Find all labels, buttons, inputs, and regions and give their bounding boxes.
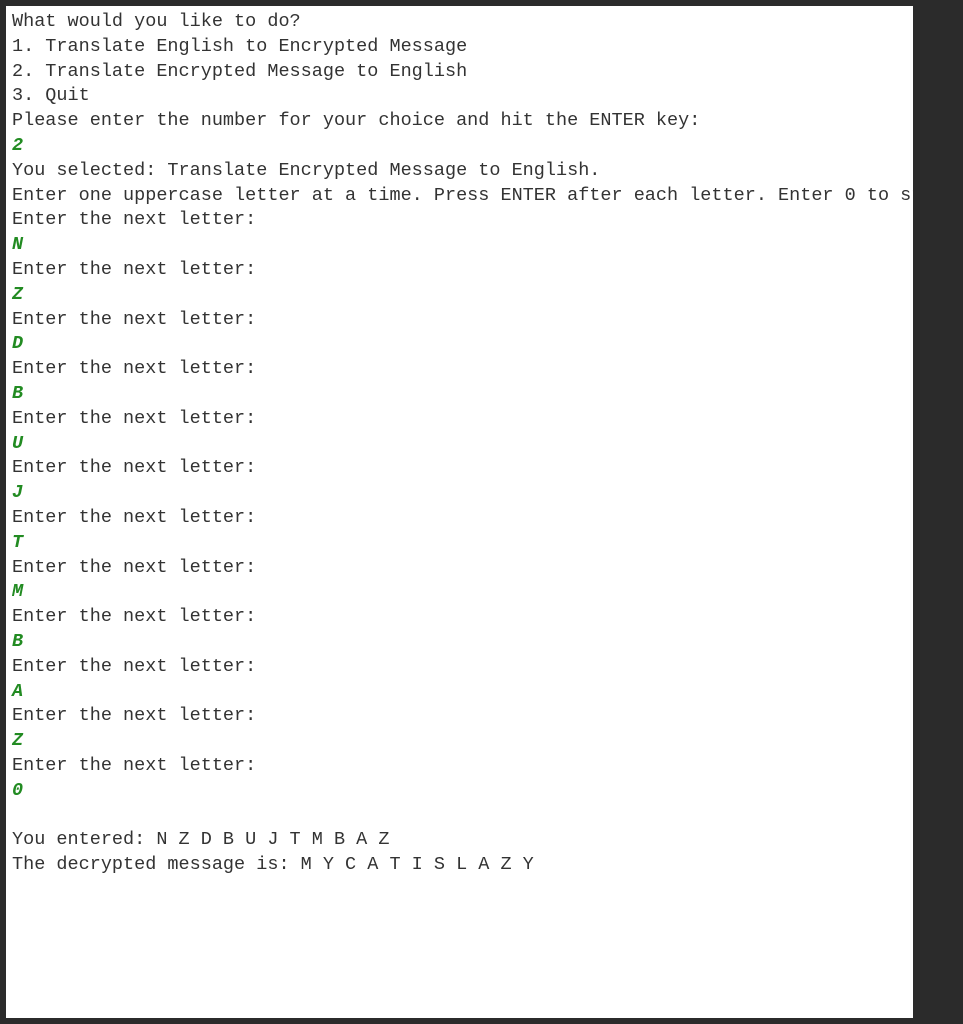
letter-input[interactable]: Z (12, 729, 907, 754)
letter-prompt: Enter the next letter: (12, 506, 907, 531)
letter-prompt: Enter the next letter: (12, 754, 907, 779)
letter-prompt: Enter the next letter: (12, 308, 907, 333)
letter-prompt: Enter the next letter: (12, 456, 907, 481)
letter-input[interactable]: J (12, 481, 907, 506)
letter-prompt: Enter the next letter: (12, 655, 907, 680)
letter-prompt: Enter the next letter: (12, 208, 907, 233)
letter-input[interactable]: B (12, 382, 907, 407)
letter-prompt: Enter the next letter: (12, 556, 907, 581)
decrypted-summary: The decrypted message is: M Y C A T I S … (12, 853, 907, 878)
letter-prompt: Enter the next letter: (12, 605, 907, 630)
entered-summary: You entered: N Z D B U J T M B A Z (12, 828, 907, 853)
letter-input[interactable]: 0 (12, 779, 907, 804)
letter-prompt: Enter the next letter: (12, 258, 907, 283)
letter-input[interactable]: N (12, 233, 907, 258)
menu-option-3: 3. Quit (12, 84, 907, 109)
menu-option-1: 1. Translate English to Encrypted Messag… (12, 35, 907, 60)
choice-input[interactable]: 2 (12, 134, 907, 159)
letter-input[interactable]: Z (12, 283, 907, 308)
letter-input[interactable]: D (12, 332, 907, 357)
letter-input[interactable]: A (12, 680, 907, 705)
letter-input[interactable]: T (12, 531, 907, 556)
menu-header: What would you like to do? (12, 10, 907, 35)
letter-prompt: Enter the next letter: (12, 704, 907, 729)
terminal-output: What would you like to do? 1. Translate … (6, 6, 913, 1018)
letter-input[interactable]: B (12, 630, 907, 655)
blank-line (12, 804, 907, 829)
letter-prompt: Enter the next letter: (12, 357, 907, 382)
selected-msg: You selected: Translate Encrypted Messag… (12, 159, 907, 184)
letter-input[interactable]: M (12, 580, 907, 605)
choice-prompt: Please enter the number for your choice … (12, 109, 907, 134)
instruction-msg: Enter one uppercase letter at a time. Pr… (12, 184, 907, 209)
letter-prompt: Enter the next letter: (12, 407, 907, 432)
letter-input[interactable]: U (12, 432, 907, 457)
menu-option-2: 2. Translate Encrypted Message to Englis… (12, 60, 907, 85)
